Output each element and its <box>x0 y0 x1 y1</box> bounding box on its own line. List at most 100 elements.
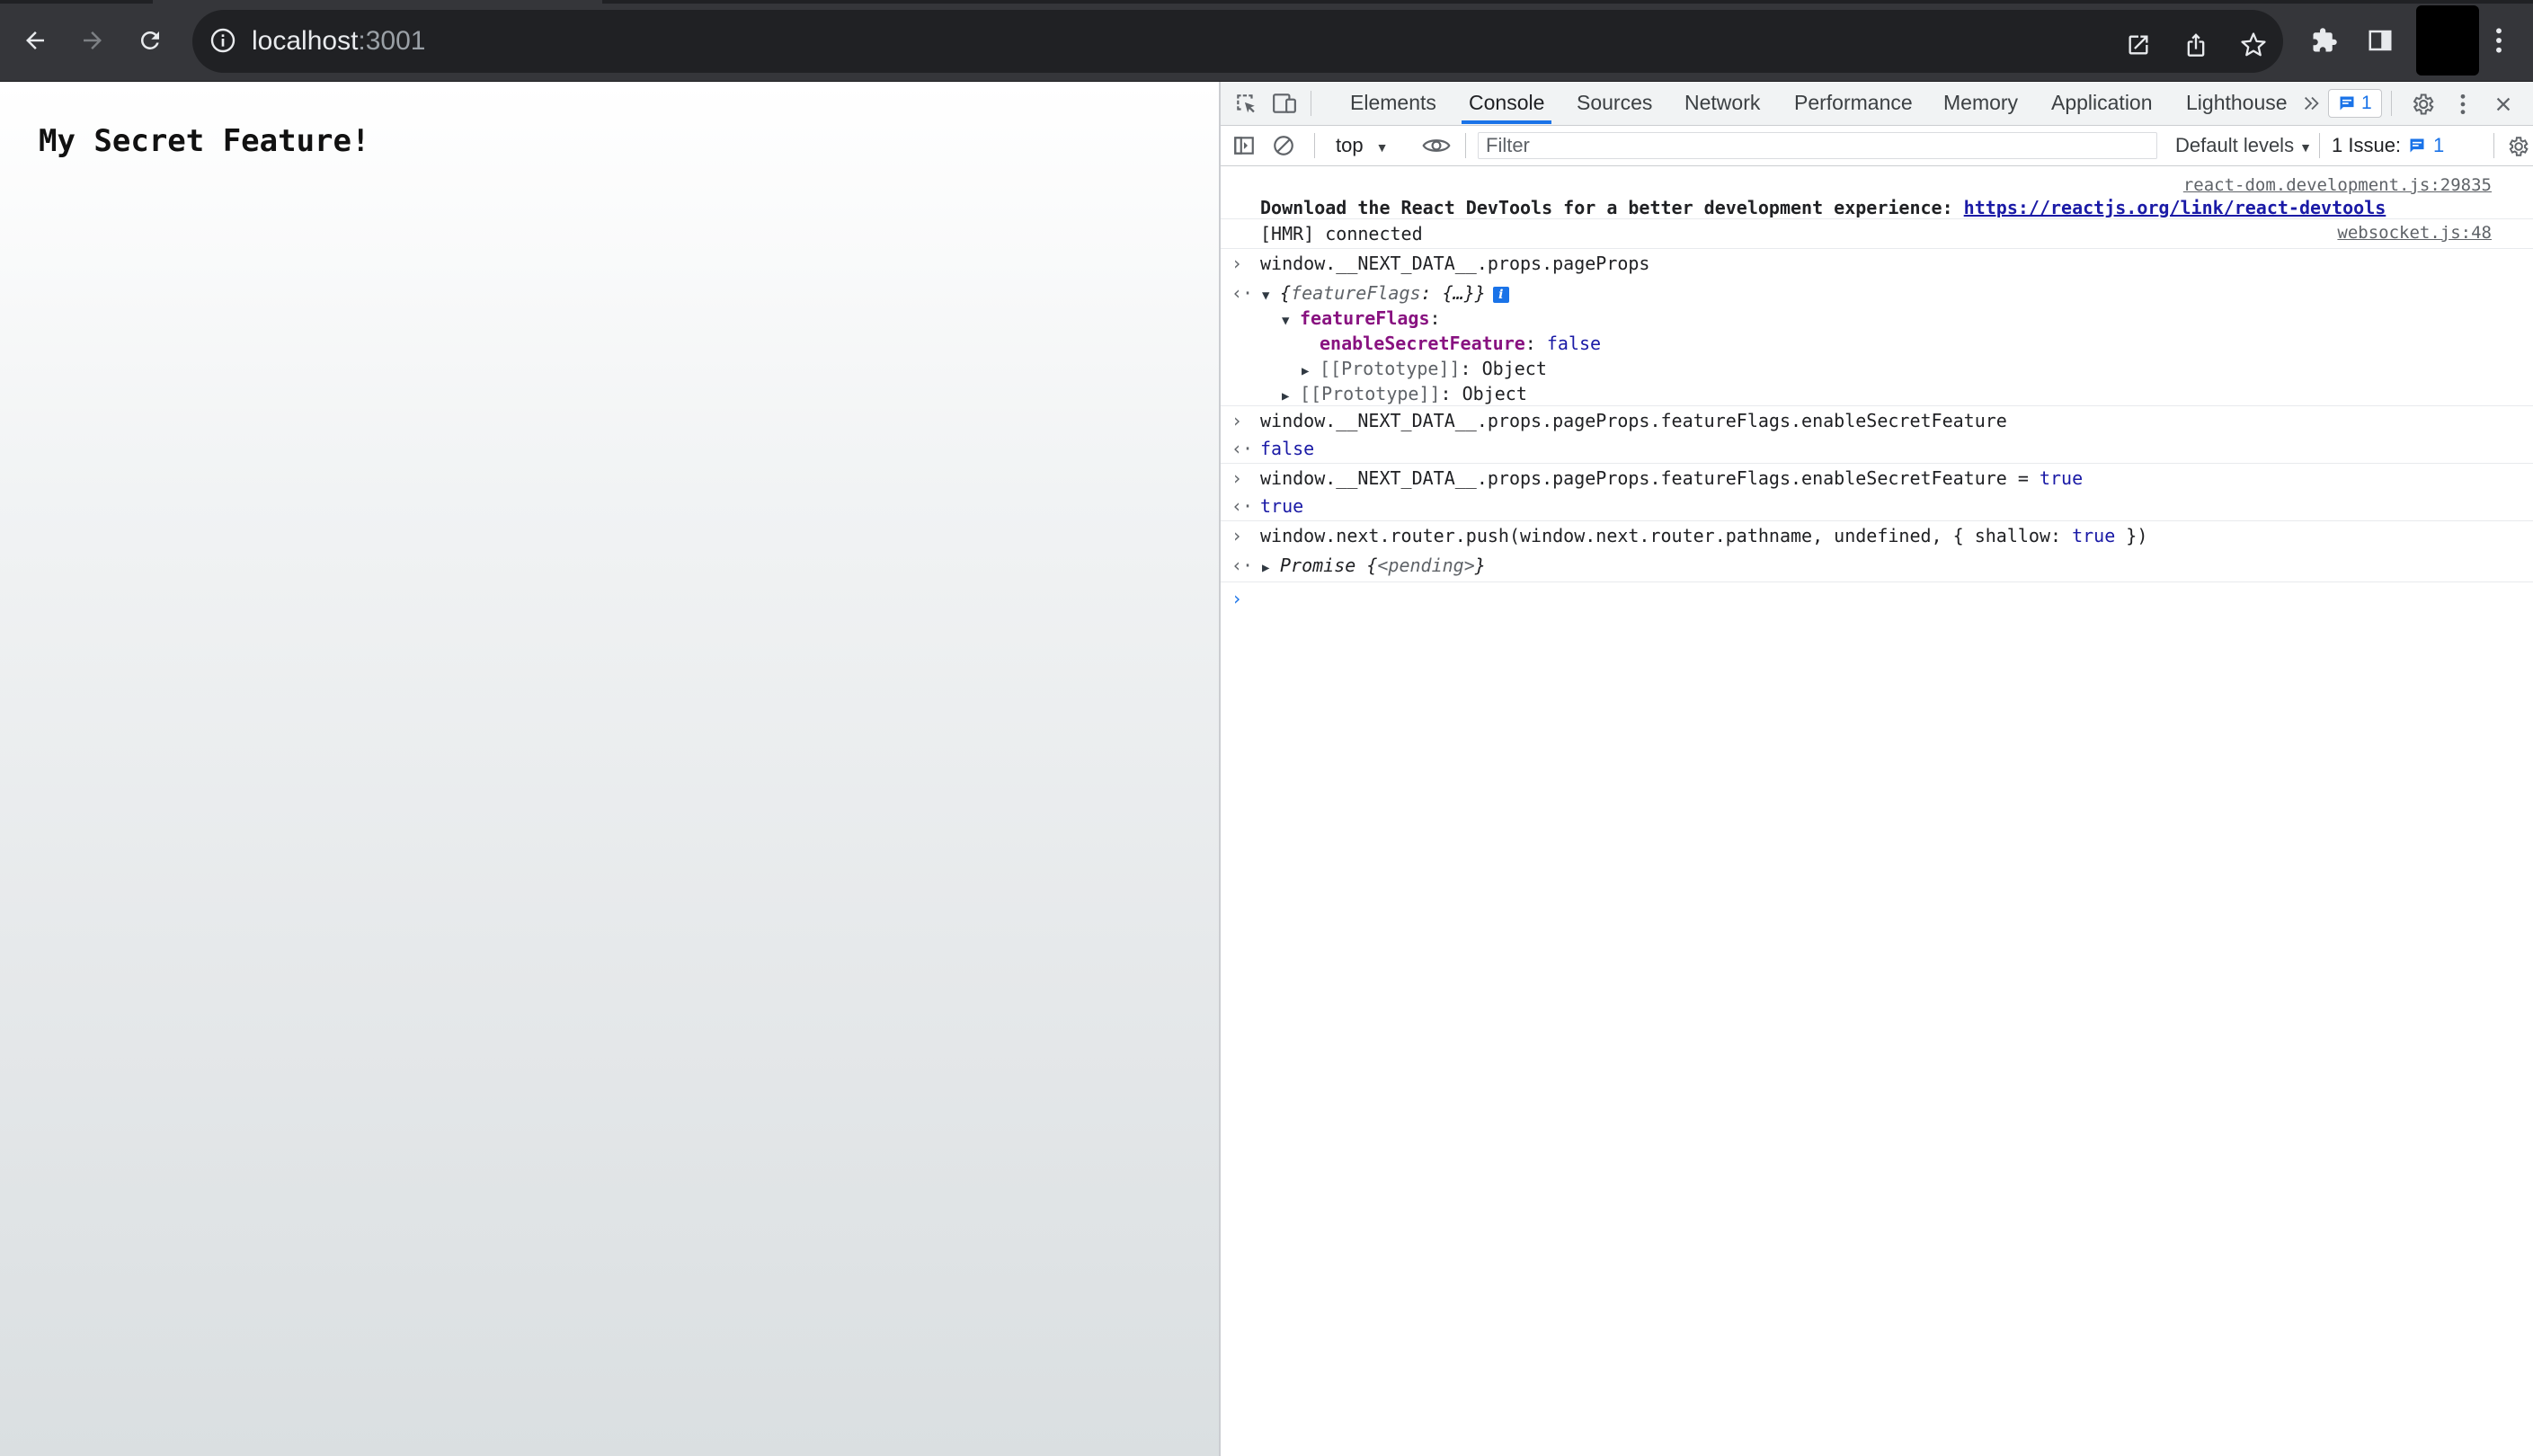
tab-network[interactable]: Network <box>1684 82 1760 123</box>
command-prefix: window.__NEXT_DATA__.props.pageProps.fea… <box>1260 467 2040 489</box>
dropdown-arrow-icon: ▼ <box>1375 140 1389 155</box>
share-icon[interactable] <box>2181 30 2211 60</box>
devtools-panel: Elements Console Sources Network Perform… <box>1219 82 2533 1456</box>
promise-open: { <box>1366 555 1378 576</box>
prototype-key: [[Prototype]] <box>1300 383 1441 404</box>
console-result-promise: ‹· ▶ Promise {<pending>} <box>1221 549 2533 580</box>
tab-lighthouse[interactable]: Lighthouse <box>2186 82 2288 123</box>
more-tabs-chevron-icon[interactable] <box>2301 93 2323 114</box>
collapsed-triangle-icon[interactable]: ▶ <box>1282 389 1300 404</box>
property-enablesecretfeature: enableSecretFeature: false <box>1320 333 1601 354</box>
tab-console[interactable]: Console <box>1461 82 1552 124</box>
console-settings-gear-icon[interactable] <box>2504 133 2531 160</box>
result-value: true <box>1260 495 1304 517</box>
console-command: › window.__NEXT_DATA__.props.pageProps <box>1221 248 2533 278</box>
source-link[interactable]: react-dom.development.js:29835 <box>2183 175 2492 195</box>
url-text[interactable]: localhost:3001 <box>252 26 425 57</box>
settings-gear-icon[interactable] <box>2409 91 2436 118</box>
property-key: enableSecretFeature <box>1320 333 1525 354</box>
summary-open: { <box>1280 282 1292 304</box>
open-in-new-icon[interactable] <box>2123 30 2154 60</box>
side-panel-icon <box>2367 27 2394 54</box>
toolbar-separator <box>2493 133 2494 158</box>
live-expression-eye-icon[interactable] <box>1420 133 1453 158</box>
console-result: ‹· true <box>1221 492 2533 520</box>
inspect-element-icon[interactable] <box>1233 91 1258 116</box>
command-suffix: }) <box>2115 525 2148 546</box>
command-text: window.next.router.push(window.next.rout… <box>1260 525 2147 546</box>
summary-key: featureFlags <box>1291 282 1421 304</box>
tab-strip <box>0 0 2533 4</box>
puzzle-icon <box>2311 27 2338 54</box>
result-prompt-icon: ‹· <box>1231 438 1254 459</box>
extensions-button[interactable] <box>2305 20 2344 61</box>
command-text: window.__NEXT_DATA__.props.pageProps.fea… <box>1260 467 2083 489</box>
prototype-value: : Object <box>1440 383 1527 404</box>
devtools-link[interactable]: https://reactjs.org/link/react-devtools <box>1964 197 2386 218</box>
browser-menu-button[interactable] <box>2479 20 2519 61</box>
address-bar[interactable]: localhost:3001 <box>192 10 2283 73</box>
log-levels-dropdown[interactable]: Default levels ▼ <box>2175 126 2312 165</box>
page-heading: My Secret Feature! <box>39 123 370 159</box>
back-button[interactable] <box>14 20 56 61</box>
promise-close: } <box>1474 555 1486 576</box>
toolbar-separator <box>1314 133 1315 158</box>
property-colon: : <box>1524 333 1536 354</box>
expand-triangle-icon[interactable]: ▼ <box>1282 314 1300 328</box>
issues-badge[interactable]: 1 <box>2328 89 2382 118</box>
url-port: :3001 <box>358 26 426 56</box>
message-text: [HMR] connected <box>1260 223 1423 244</box>
info-icon[interactable]: i <box>1492 286 1509 303</box>
issues-badge-count: 1 <box>2361 93 2372 113</box>
tab-sources[interactable]: Sources <box>1577 82 1652 123</box>
bookmark-star-icon[interactable] <box>2238 30 2269 60</box>
issues-counter[interactable]: 1 Issue: 1 <box>2332 126 2444 165</box>
promise-summary[interactable]: ▶ Promise {<pending>} <box>1262 555 1486 576</box>
property-prototype-inner[interactable]: ▶ [[Prototype]]: Object <box>1302 358 1547 379</box>
result-value: false <box>1260 438 1315 459</box>
console-result-object: ‹· ▼ {featureFlags: {…}} i ▼ featureFlags : … <box>1221 277 2533 404</box>
context-selector[interactable]: top ▼ <box>1336 126 1388 165</box>
property-prototype-outer[interactable]: ▶ [[Prototype]]: Object <box>1282 383 1527 404</box>
issues-counter-label: 1 Issue: <box>2332 134 2402 156</box>
console-message: react-dom.development.js:29835 Download … <box>1221 166 2533 218</box>
message-icon <box>2338 94 2356 112</box>
filter-input[interactable] <box>1478 132 2157 159</box>
input-prompt-icon: › <box>1231 253 1243 274</box>
collapsed-triangle-icon[interactable]: ▶ <box>1302 364 1320 378</box>
sidebar-toggle-icon[interactable] <box>1231 133 1257 158</box>
tab-elements[interactable]: Elements <box>1350 82 1436 123</box>
source-link[interactable]: websocket.js:48 <box>2337 223 2492 243</box>
reload-button[interactable] <box>129 20 171 61</box>
clear-console-icon[interactable] <box>1271 133 1296 158</box>
tab-performance[interactable]: Performance <box>1794 82 1913 123</box>
tab-memory[interactable]: Memory <box>1943 82 2018 123</box>
property-value: false <box>1546 333 1602 354</box>
console-input-line[interactable]: › <box>1221 582 2533 615</box>
result-prompt-icon: ‹· <box>1231 282 1254 304</box>
command-keyword: true <box>2039 467 2084 489</box>
collapsed-triangle-icon[interactable]: ▶ <box>1262 561 1280 575</box>
close-devtools-icon[interactable] <box>2492 93 2515 116</box>
promise-state: <pending> <box>1377 555 1475 576</box>
profile-avatar[interactable] <box>2416 5 2479 75</box>
tab-application[interactable]: Application <box>2051 82 2153 123</box>
property-featureflags[interactable]: ▼ featureFlags: <box>1282 307 1441 329</box>
log-levels-label: Default levels <box>2175 134 2295 156</box>
input-prompt-icon: › <box>1231 467 1243 489</box>
forward-button[interactable] <box>72 20 113 61</box>
toolbar-separator <box>1465 133 1466 158</box>
command-prefix: window.next.router.push(window.next.rout… <box>1260 525 2073 546</box>
browser-toolbar: localhost:3001 <box>0 0 2533 82</box>
dropdown-arrow-icon: ▼ <box>2299 140 2312 155</box>
device-toolbar-icon[interactable] <box>1271 91 1298 116</box>
devtools-menu-icon[interactable] <box>2454 91 2472 118</box>
expand-triangle-icon[interactable]: ▼ <box>1262 289 1280 303</box>
page-viewport: My Secret Feature! <box>0 82 1219 1456</box>
input-prompt-icon: › <box>1231 525 1243 546</box>
side-panel-button[interactable] <box>2360 20 2400 61</box>
devtools-hint-text: Download the React DevTools for a better… <box>1260 197 1964 218</box>
object-summary[interactable]: ▼ {featureFlags: {…}} i <box>1262 282 1509 304</box>
kebab-menu-icon <box>2493 26 2504 55</box>
site-info-icon[interactable] <box>209 26 237 55</box>
